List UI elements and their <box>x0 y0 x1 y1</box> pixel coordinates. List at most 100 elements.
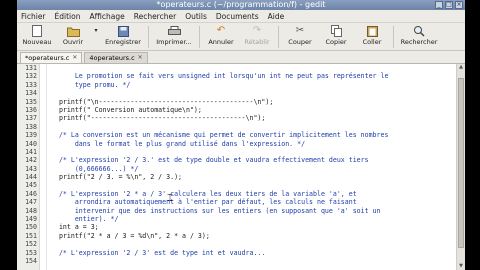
line-number: 135 <box>25 97 37 106</box>
menu-outils[interactable]: Outils <box>185 12 207 21</box>
code-line[interactable]: printf("--------------------------------… <box>51 114 456 122</box>
code-line[interactable]: dans le format le plus grand utilisé dan… <box>51 140 456 148</box>
code-line[interactable]: printf("2 * a / 3 = %d\n", 2 * a / 3); <box>51 232 456 240</box>
code-line[interactable] <box>51 257 456 265</box>
line-number-gutter: 131 132 133 134 135 136 137 138 139 140 141 142 143 1… <box>17 64 40 270</box>
line-number: 133 <box>25 80 37 89</box>
scroll-up-icon[interactable]: ▲ <box>457 64 465 71</box>
code-line[interactable]: /* L'expression '2 / 3.' est de type dou… <box>51 156 456 164</box>
code-line[interactable]: printf(" Conversion automatique\n"); <box>51 106 456 114</box>
code-line[interactable] <box>51 148 456 156</box>
tab-operateurs[interactable]: *operateurs.c ✕ <box>20 52 83 63</box>
code-line[interactable] <box>51 181 456 189</box>
window-title: *operateurs.c (~/programmation/f) - gedi… <box>156 0 326 9</box>
print-button[interactable]: Imprimer... <box>152 23 196 46</box>
line-number: 153 <box>25 248 37 257</box>
code-line[interactable]: /* La conversion est un mécanisme qui pe… <box>51 131 456 139</box>
line-number: 136 <box>25 105 37 114</box>
find-button[interactable]: Rechercher <box>397 23 441 46</box>
close-button[interactable]: × <box>455 1 463 9</box>
line-number: 145 <box>25 181 37 190</box>
open-button[interactable]: Ouvrir <box>55 23 91 46</box>
open-dropdown[interactable]: ▾ <box>91 23 101 38</box>
toolbar: Nouveau Ouvrir ▾ Enregistrer Imprimer...… <box>17 23 465 51</box>
line-number: 142 <box>25 156 37 165</box>
save-button[interactable]: Enregistrer <box>101 23 145 46</box>
line-number: 154 <box>25 256 37 265</box>
cut-icon: ✂ <box>295 25 305 36</box>
toolbar-separator <box>278 26 279 48</box>
menu-fichier[interactable]: Fichier <box>21 12 46 21</box>
code-line[interactable]: printf("\n------------------------------… <box>51 98 456 106</box>
code-line[interactable] <box>51 64 456 72</box>
line-number: 144 <box>25 173 37 182</box>
menu-affichage[interactable]: Affichage <box>89 12 124 21</box>
code-line[interactable] <box>51 123 456 131</box>
code-line[interactable]: type promu. */ <box>51 81 456 89</box>
line-number: 137 <box>25 114 37 123</box>
code-view[interactable]: Le promotion se fait vers unsigned int l… <box>47 64 456 270</box>
vertical-scrollbar[interactable]: ▲ ▼ <box>456 64 465 270</box>
print-icon <box>167 25 181 37</box>
undo-icon: ↶ <box>216 25 226 36</box>
redo-button[interactable]: ↷ Rétablir <box>239 23 275 46</box>
code-line[interactable]: entier). */ <box>51 215 456 223</box>
line-number: 151 <box>25 231 37 240</box>
save-icon <box>117 25 130 37</box>
tab-label: 4operateurs.c <box>89 54 135 62</box>
code-line[interactable]: /* L'expression '2 * a / 3' calculera le… <box>51 190 456 198</box>
mouse-cursor-icon: ⌶ <box>167 193 173 204</box>
line-number: 139 <box>25 131 37 140</box>
maximize-button[interactable]: □ <box>445 1 453 9</box>
line-number: 131 <box>25 64 37 72</box>
line-number: 138 <box>25 122 37 131</box>
code-line[interactable]: /* L'expression '2 / 3' est de type int … <box>51 249 456 257</box>
fold-margin <box>40 64 47 270</box>
redo-icon: ↷ <box>252 25 262 36</box>
code-line[interactable]: arrondira automatiquement à l'entier par… <box>51 198 456 206</box>
title-bar: *operateurs.c (~/programmation/f) - gedi… <box>17 0 465 10</box>
scroll-down-icon[interactable]: ▼ <box>457 263 465 270</box>
new-document-icon <box>31 25 44 37</box>
line-number: 141 <box>25 147 37 156</box>
menu-rechercher[interactable]: Rechercher <box>134 12 176 21</box>
code-line[interactable]: int a = 3; <box>51 223 456 231</box>
line-number: 146 <box>25 189 37 198</box>
gedit-window: *operateurs.c (~/programmation/f) - gedi… <box>17 0 465 270</box>
close-icon[interactable]: ✕ <box>138 53 143 63</box>
code-line[interactable] <box>51 89 456 97</box>
toolbar-separator <box>148 26 149 48</box>
paste-button[interactable]: Coller <box>354 23 390 46</box>
code-line[interactable]: Le promotion se fait vers unsigned int l… <box>51 72 456 80</box>
code-line[interactable] <box>51 240 456 248</box>
cut-button[interactable]: ✂ Couper <box>282 23 318 46</box>
open-folder-icon <box>66 25 80 37</box>
line-number: 140 <box>25 139 37 148</box>
undo-button[interactable]: ↶ Annuler <box>203 23 239 46</box>
line-number: 143 <box>25 164 37 173</box>
scrollbar-thumb[interactable] <box>458 78 464 248</box>
toolbar-separator <box>393 26 394 48</box>
menu-edition[interactable]: Édition <box>55 12 81 21</box>
copy-button[interactable]: Copier <box>318 23 354 46</box>
code-line[interactable]: intervenir que des instructions sur les … <box>51 207 456 215</box>
new-button[interactable]: Nouveau <box>19 23 55 46</box>
code-line[interactable]: (0,666666...) */ <box>51 165 456 173</box>
menu-aide[interactable]: Aide <box>268 12 285 21</box>
line-number: 152 <box>25 240 37 249</box>
tab-label: *operateurs.c <box>25 54 70 62</box>
line-number: 132 <box>25 72 37 81</box>
code-line[interactable]: printf("2 / 3. = %\n", 2 / 3.); <box>51 173 456 181</box>
line-number: 134 <box>25 89 37 98</box>
toolbar-separator <box>199 26 200 48</box>
menu-bar: Fichier Édition Affichage Rechercher Out… <box>17 10 465 23</box>
minimize-button[interactable]: _ <box>435 1 443 9</box>
close-icon[interactable]: ✕ <box>72 53 77 63</box>
tab-4operateurs[interactable]: 4operateurs.c ✕ <box>84 52 148 63</box>
paste-icon <box>366 25 379 37</box>
find-icon <box>413 25 426 37</box>
line-number: 149 <box>25 215 37 224</box>
menu-documents[interactable]: Documents <box>216 12 259 21</box>
line-number: 148 <box>25 206 37 215</box>
text-editor[interactable]: 131 132 133 134 135 136 137 138 139 140 141 142 143 1… <box>17 64 465 270</box>
